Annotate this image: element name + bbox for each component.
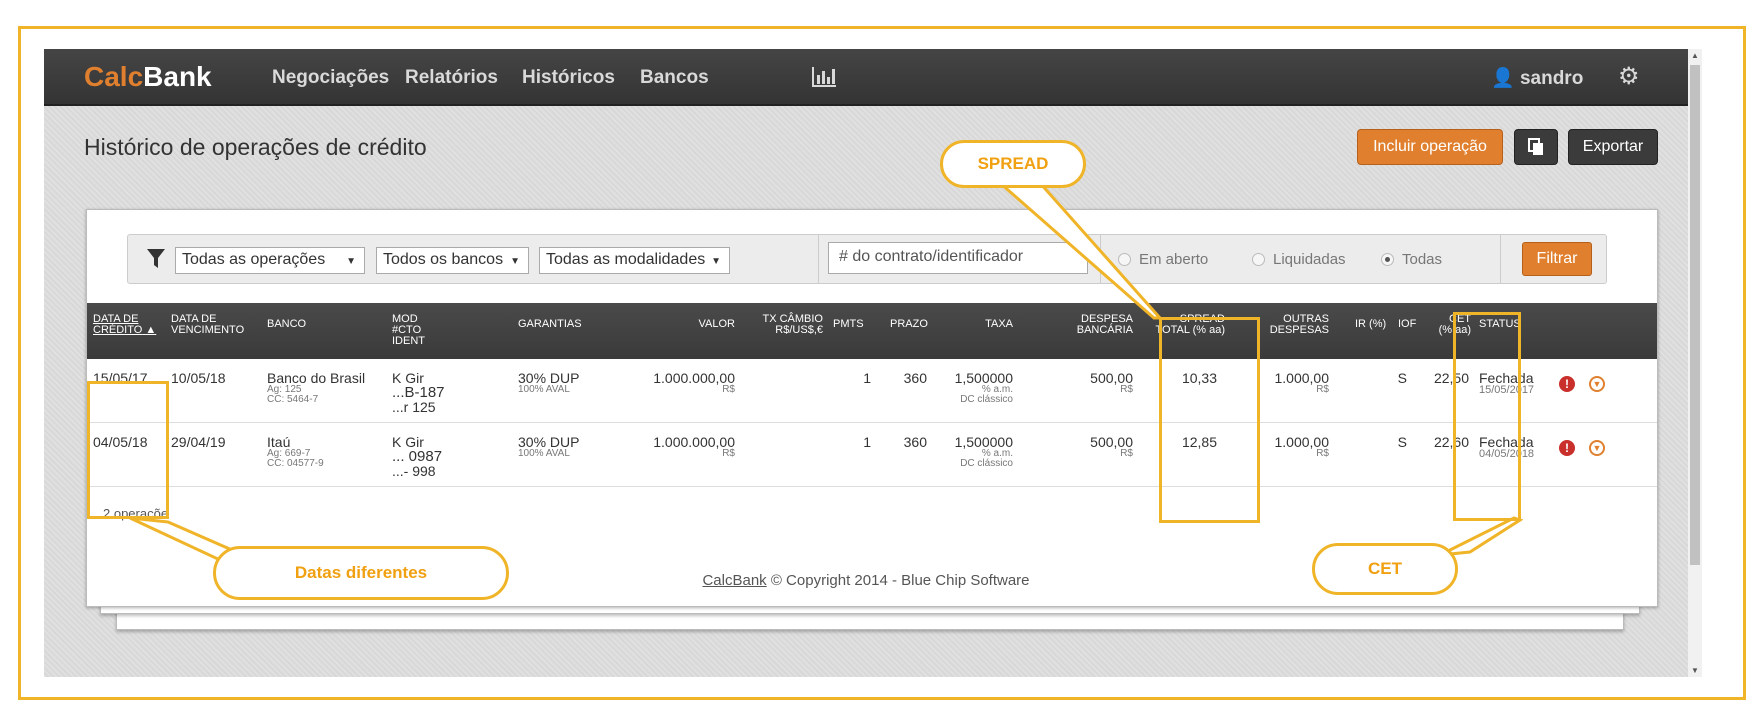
chevron-down-icon[interactable]: ▼ [1589,376,1605,392]
top-navbar: CalcBank Negociações Relatórios Históric… [44,49,1688,106]
radio-settled[interactable]: Liquidadas [1252,251,1346,268]
sort-asc-icon: ▲ [145,324,157,336]
cell-valor: 1.000.000,00 R$ [653,370,735,395]
page-title: Histórico de operações de crédito [84,134,427,160]
th-taxa: TAXA [985,318,1013,330]
highlight-spread [1159,317,1260,523]
radio-circle [1252,253,1265,266]
app-logo[interactable]: CalcBank [84,61,212,93]
divider [1100,235,1101,283]
include-operation-button[interactable]: Incluir operação [1357,129,1503,165]
caret-down-icon: ▼ [346,256,356,267]
caret-down-icon: ▼ [510,256,520,267]
scroll-thumb[interactable] [1690,65,1700,565]
cell-mod: K Gir ...B-187 ...r 125 [392,370,445,415]
gear-icon[interactable]: ⚙ [1618,62,1640,91]
operations-select[interactable]: Todas as operações ▼ [175,247,365,274]
cell-garantias: 30% DUP 100% AVAL [518,434,580,459]
chevron-down-icon[interactable]: ▼ [1589,440,1605,456]
callout-cet: CET [1312,543,1458,595]
filter-bar: Todas as operações ▼ Todos os bancos ▼ Tod… [127,234,1607,284]
radio-circle-selected [1381,253,1394,266]
filter-button[interactable]: Filtrar [1522,242,1592,276]
scroll-down-icon[interactable]: ▼ [1691,666,1699,675]
cell-banco: Itaú Ag: 669-7 CC: 04577-9 [267,434,324,469]
cell-mod: K Gir... 0987 ...- 998 [392,434,443,479]
cell-prazo: 360 [903,370,927,386]
radio-circle [1118,253,1131,266]
vertical-scrollbar[interactable]: ▲ ▼ [1688,49,1702,677]
table-header: DATA DE CRÉDITO ▲ DATA DE VENCIMENTO BANCO… [87,303,1657,359]
banks-select[interactable]: Todos os bancos ▼ [376,247,529,274]
th-iof: IOF [1398,318,1417,330]
th-data-vencimento: DATA DE VENCIMENTO [171,313,245,336]
cell-taxa: 1,500000% a.m. DC clássico [954,434,1013,469]
highlight-dates [87,381,169,519]
divider [818,235,819,283]
nav-historicos[interactable]: Históricos [522,67,615,89]
th-banco: BANCO [267,318,307,330]
cell-banco: Banco do Brasil Ag: 125 CC: 5464-7 [267,370,366,405]
callout-spread: SPREAD [940,140,1086,188]
funnel-icon [147,249,165,268]
th-valor: VALOR [698,318,735,330]
callout-dates: Datas diferentes [213,546,509,600]
nav-relatorios[interactable]: Relatórios [405,67,498,89]
bar-chart-icon[interactable] [811,65,837,87]
caret-down-icon: ▼ [711,256,721,267]
cell-taxa: 1,500000% a.m. DC clássico [954,370,1013,405]
cell-garantias: 30% DUP 100% AVAL [518,370,580,395]
cell-data-vencimento: 10/05/18 [171,370,226,386]
scroll-up-icon[interactable]: ▲ [1691,51,1699,60]
radio-open[interactable]: Em aberto [1118,251,1208,268]
divider [1500,235,1501,283]
user-menu[interactable]: 👤 sandro [1491,66,1583,90]
th-despesa-bancaria: DESPESA BANCÁRIA [1076,313,1133,336]
footer-link[interactable]: CalcBank [702,572,766,589]
th-data-credito[interactable]: DATA DE CRÉDITO ▲ [93,314,156,336]
cell-prazo: 360 [903,434,927,450]
th-garantias: GARANTIAS [518,318,582,330]
cell-iof: S [1397,434,1407,450]
copy-button[interactable] [1514,129,1558,165]
cell-pmts: 1 [863,370,871,386]
modalities-select[interactable]: Todas as modalidades ▼ [539,247,730,274]
th-pmts: PMTS [833,318,864,330]
nav-negociacoes[interactable]: Negociações [272,67,389,89]
cell-despesa-bancaria: 500,00 R$ [1090,370,1133,395]
th-mod: MOD #CTO IDENT [392,313,425,347]
cell-iof: S [1397,370,1407,386]
cell-pmts: 1 [863,434,871,450]
radio-all[interactable]: Todas [1381,251,1442,268]
export-button[interactable]: Exportar [1568,129,1658,165]
user-icon: 👤 [1491,68,1515,89]
table-row[interactable]: 04/05/18 29/04/19 Itaú Ag: 669-7 CC: 04577… [87,423,1657,487]
copy-icon [1528,138,1543,155]
th-ir: IR (%) [1355,318,1387,330]
cell-data-vencimento: 29/04/19 [171,434,226,450]
cell-despesa-bancaria: 500,00 R$ [1090,434,1133,459]
th-tx-cambio: TX CÂMBIO R$/US$,€ [762,313,823,336]
nav-bancos[interactable]: Bancos [640,67,709,89]
table-row[interactable]: 15/05/17 10/05/18 Banco do Brasil Ag: 125… [87,359,1657,423]
alert-icon[interactable]: ! [1559,376,1575,392]
contract-search-input[interactable]: # do contrato/identificador [828,242,1088,274]
th-prazo: PRAZO [890,318,928,330]
alert-icon[interactable]: ! [1559,440,1575,456]
highlight-cet [1453,312,1521,521]
cell-valor: 1.000.000,00 R$ [653,434,735,459]
